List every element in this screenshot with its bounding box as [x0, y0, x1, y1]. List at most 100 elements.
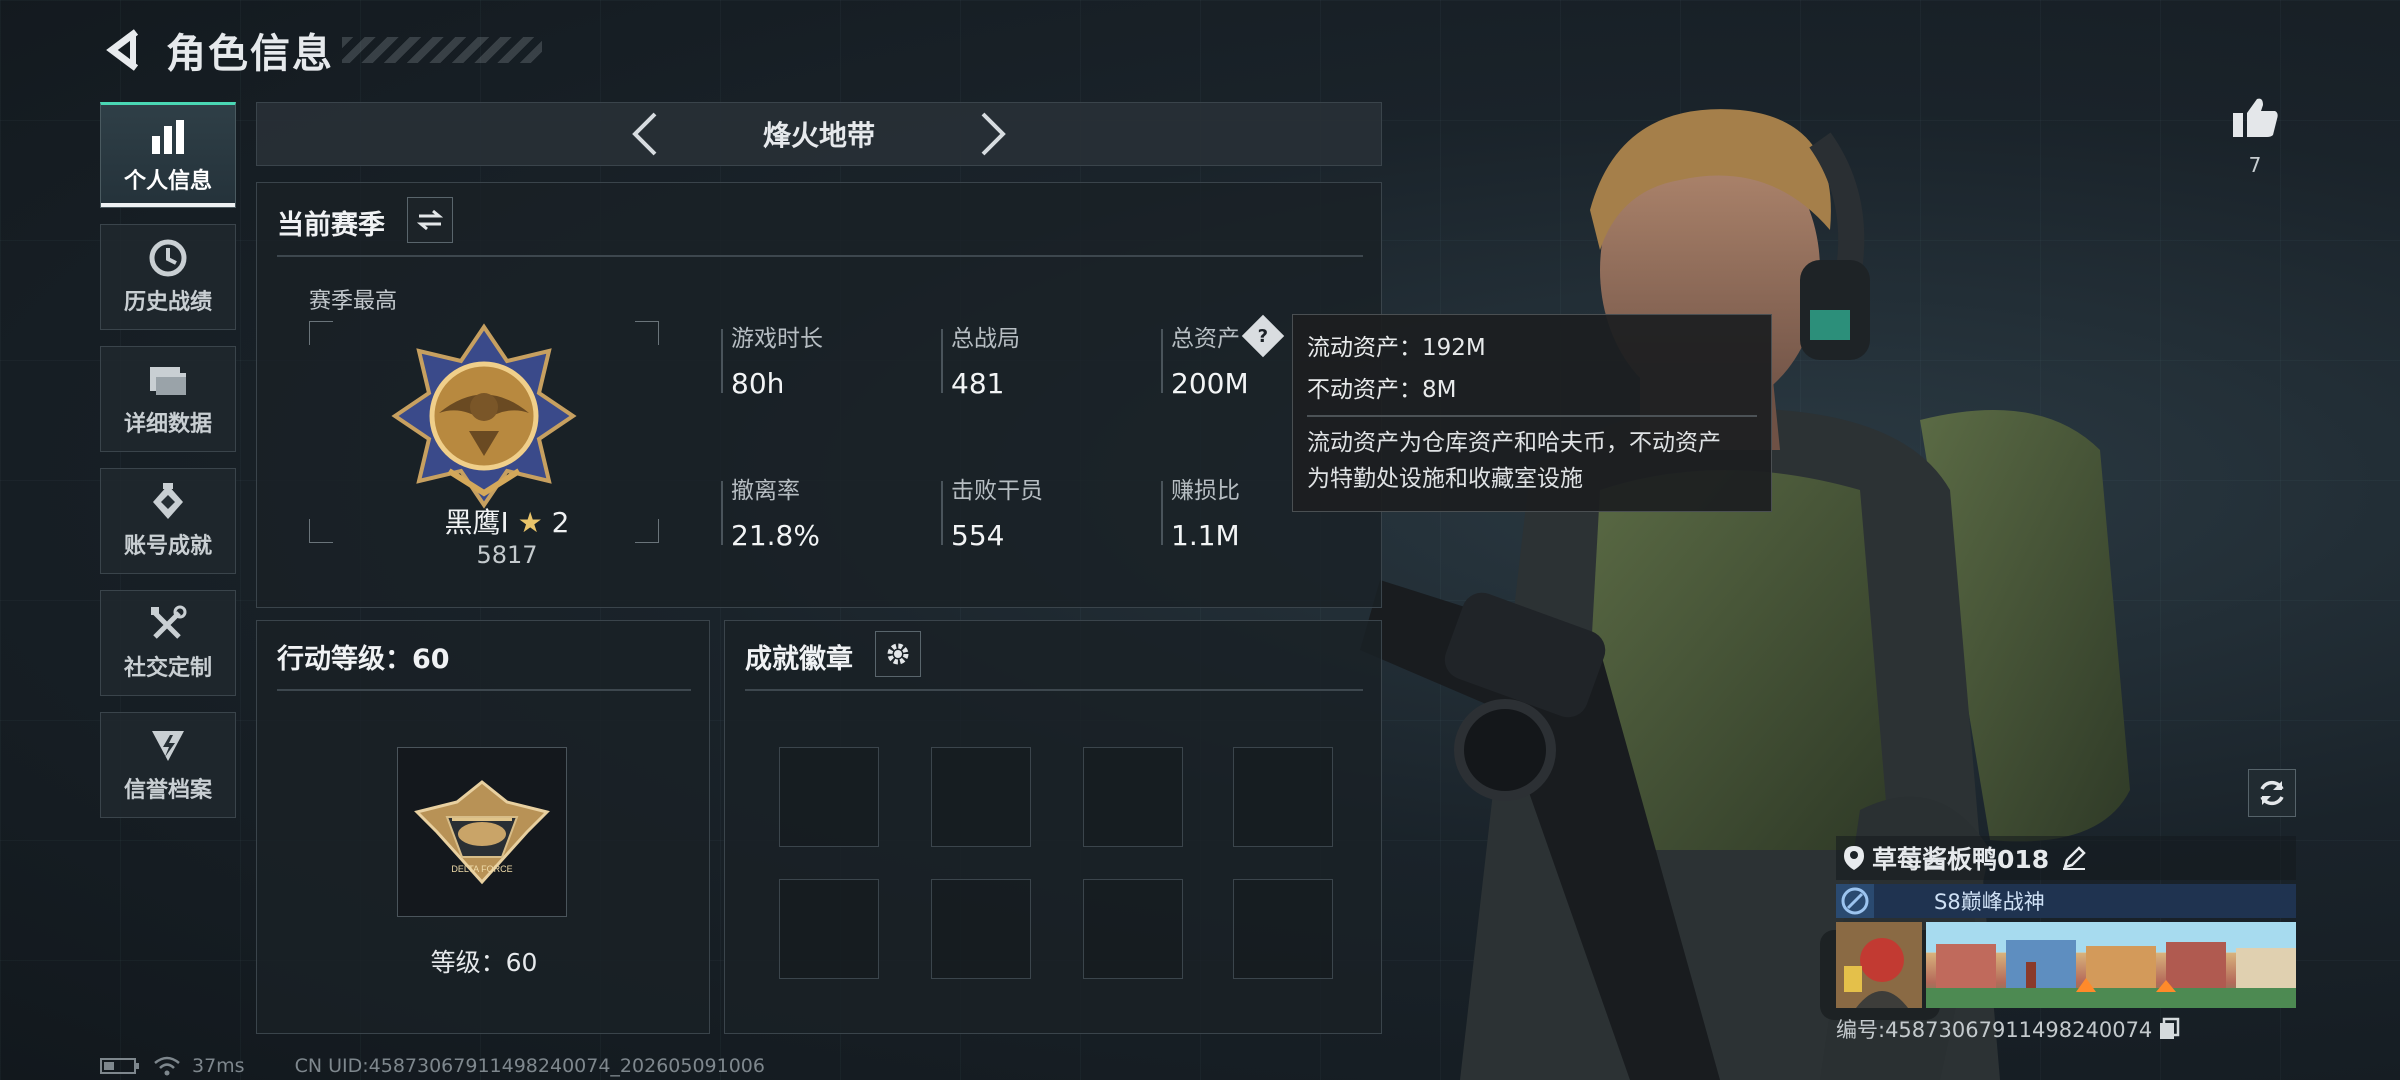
help-icon[interactable]: ? [1241, 314, 1285, 358]
gear-icon [887, 643, 909, 665]
refresh-icon [2260, 780, 2284, 806]
season-switch-button[interactable] [407, 197, 453, 243]
stat-total-matches: 总战局 481 [941, 319, 1020, 400]
stat-operators-defeated: 击败干员 554 [941, 471, 1043, 552]
action-level-title: 行动等级：60 [277, 644, 450, 675]
achievement-diamond-icon [149, 482, 187, 522]
stat-value: 21.8% [731, 519, 820, 552]
badge-slot[interactable] [1233, 879, 1333, 979]
back-arrow-icon [106, 29, 139, 71]
title-decoration [342, 37, 542, 63]
tooltip-desc-line2: 为特勤处设施和收藏室设施 [1307, 465, 1583, 492]
rank-stars: 2 [551, 506, 570, 539]
stat-label: 总战局 [951, 326, 1020, 352]
footer-uid: CN UID:45873067911498240074_202605091006 [294, 1055, 765, 1077]
history-clock-icon [149, 238, 187, 278]
sidebar-item-detailed-data[interactable]: 详细数据 [100, 346, 236, 452]
like-button[interactable]: 7 [2230, 95, 2280, 177]
sidebar-item-history[interactable]: 历史战绩 [100, 224, 236, 330]
page-header: 角色信息 [100, 20, 542, 80]
player-uid: 编号:4587306791149824007​4 [1836, 1018, 2153, 1042]
stat-marker [1161, 481, 1163, 545]
rank-star-icon: ★ [517, 506, 543, 539]
stat-label: 撤离率 [731, 478, 800, 504]
badge-slot[interactable] [1083, 879, 1183, 979]
badge-slot[interactable] [779, 747, 879, 847]
sidebar-item-personal-info[interactable]: 个人信息 [100, 102, 236, 208]
badge-slot[interactable] [779, 879, 879, 979]
badge-slot[interactable] [931, 879, 1031, 979]
player-card: 草莓酱板鸭018 S8巅峰战神 [1836, 836, 2296, 1044]
bar-chart-icon [150, 117, 186, 157]
folder-icon [148, 360, 188, 400]
section-divider [745, 689, 1363, 691]
badges-settings-button[interactable] [875, 631, 921, 677]
tools-icon [149, 604, 187, 644]
title-emblem-icon [1836, 884, 1874, 918]
banner-image [1926, 922, 2296, 1008]
rank-points: 5817 [476, 541, 538, 569]
player-title-row: S8巅峰战神 [1836, 884, 2296, 918]
mode-selector: 烽火地带 [256, 102, 1382, 166]
season-title: 当前赛季 [277, 210, 385, 241]
mode-name: 烽火地带 [762, 119, 875, 152]
rank-name-row: 黑鹰I ★ 2 [417, 501, 597, 541]
assets-tooltip: 流动资产：192M 不动资产：8M 流动资产为仓库资产和哈夫币，不动资产 为特勤… [1292, 314, 1772, 512]
page-title: 角色信息 [166, 31, 334, 77]
sidebar-item-label: 账号成就 [123, 534, 212, 559]
stat-marker [721, 481, 723, 545]
player-name: 草莓酱板鸭018 [1872, 845, 2050, 874]
stat-label: 赚损比 [1171, 478, 1240, 504]
sidebar-item-label: 历史战绩 [123, 290, 212, 315]
stat-value: 200M [1171, 367, 1249, 400]
stat-value: 481 [951, 367, 1005, 400]
sidebar-item-credit-record[interactable]: 信誉档案 [100, 712, 236, 818]
stat-play-time: 游戏时长 80h [721, 319, 823, 400]
rank-emblem-icon [391, 323, 577, 509]
liquid-assets: 流动资产：192M [1307, 335, 1486, 361]
mode-next-button[interactable] [969, 109, 1019, 159]
battery-icon [100, 1058, 139, 1074]
stat-value: 1.1M [1171, 519, 1240, 552]
tooltip-desc-line1: 流动资产为仓库资产和哈夫币，不动资产 [1307, 429, 1721, 456]
badges-title: 成就徽章 [745, 644, 853, 675]
copy-uid-button[interactable] [2158, 1017, 2180, 1041]
player-uid-row: 编号:4587306791149824007​4 [1836, 1014, 2296, 1044]
stat-total-assets[interactable]: 总资产 ? 200M [1161, 314, 1285, 400]
stat-label: 击败干员 [951, 478, 1043, 504]
wifi-icon [154, 1056, 180, 1076]
mode-prev-button[interactable] [619, 109, 669, 159]
badge-slot[interactable] [1083, 747, 1183, 847]
stat-marker [941, 481, 943, 545]
tooltip-divider [1307, 415, 1757, 417]
player-banner[interactable] [1926, 922, 2296, 1008]
sidebar-item-label: 社交定制 [123, 656, 212, 681]
badge-slot[interactable] [1233, 747, 1333, 847]
edit-name-button[interactable] [2061, 845, 2087, 871]
stat-extraction-rate: 撤离率 21.8% [721, 471, 820, 552]
stat-profit-loss: 赚损比 1.1M [1161, 471, 1240, 552]
copy-icon [2160, 1017, 2180, 1039]
badge-slot[interactable] [931, 747, 1031, 847]
rank-name: 黑鹰I [444, 506, 509, 539]
stat-value: 554 [951, 519, 1005, 552]
location-pin-icon [1844, 846, 1864, 870]
stat-label: 游戏时长 [731, 326, 823, 352]
back-button[interactable] [100, 26, 148, 74]
level-emblem-frame[interactable]: DELTA FORCE [397, 747, 567, 917]
action-level-panel: 行动等级：60 DELTA FORCE 等级：60 [256, 620, 710, 1034]
sidebar-item-achievements[interactable]: 账号成就 [100, 468, 236, 574]
player-name-row: 草莓酱板鸭018 [1836, 836, 2296, 880]
avatar[interactable] [1836, 922, 1922, 1008]
avatar-image [1836, 922, 1922, 1008]
swap-icon [417, 209, 443, 231]
sidebar-nav: 个人信息 历史战绩 详细数据 账号成就 社交定制 信誉档案 [100, 102, 236, 834]
achievement-badges-panel: 成就徽章 [724, 620, 1382, 1034]
stat-marker [721, 329, 723, 393]
stat-marker [1161, 329, 1163, 393]
sidebar-item-social-customize[interactable]: 社交定制 [100, 590, 236, 696]
sidebar-item-label: 详细数据 [123, 412, 212, 437]
player-banner-row [1836, 922, 2296, 1008]
chevron-right-icon [981, 112, 1006, 156]
refresh-button[interactable] [2248, 769, 2296, 817]
